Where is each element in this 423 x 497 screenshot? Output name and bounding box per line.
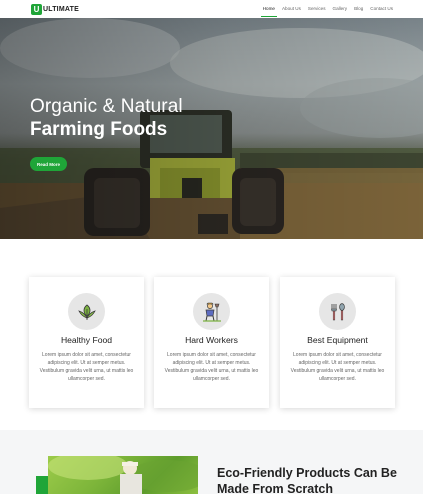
fork-spoon-icon (319, 293, 356, 330)
logo-mark: U (31, 4, 42, 15)
feature-text: Lorem ipsum dolor sit amet, consectetur … (160, 351, 263, 383)
logo[interactable]: U ULTIMATE (31, 4, 79, 15)
features-section: Healthy Food Lorem ipsum dolor sit amet,… (29, 277, 395, 408)
nav-contact-us[interactable]: Contact Us (370, 0, 393, 18)
feature-card-healthy-food: Healthy Food Lorem ipsum dolor sit amet,… (29, 277, 144, 408)
farmer-photo-graphic (48, 456, 198, 494)
site-header: U ULTIMATE Home About Us Services Galler… (0, 0, 423, 19)
hero-title-line-2: Farming Foods (30, 119, 167, 141)
feature-title: Healthy Food (29, 335, 144, 345)
hero-banner: Organic & Natural Farming Foods Read Mor… (0, 18, 423, 239)
farmer-photo (48, 456, 198, 494)
read-more-button[interactable]: Read More (30, 157, 67, 171)
nav-blog[interactable]: Blog (354, 0, 363, 18)
section-title-line-2: Made From Scratch (217, 482, 397, 497)
logo-text: ULTIMATE (43, 6, 79, 13)
feature-text: Lorem ipsum dolor sit amet, consectetur … (286, 351, 389, 383)
feature-title: Hard Workers (154, 335, 269, 345)
nav-services[interactable]: Services (308, 0, 326, 18)
eco-friendly-section: Eco-Friendly Products Can Be Made From S… (0, 430, 423, 494)
feature-text: Lorem ipsum dolor sit amet, consectetur … (35, 351, 138, 383)
nav-about-us[interactable]: About Us (282, 0, 301, 18)
main-nav: Home About Us Services Gallery Blog Cont… (256, 0, 393, 18)
feature-card-best-equipment: Best Equipment Lorem ipsum dolor sit ame… (280, 277, 395, 408)
nav-gallery[interactable]: Gallery (333, 0, 348, 18)
farmer-icon (193, 293, 230, 330)
nav-home[interactable]: Home (263, 0, 275, 18)
section-title-line-1: Eco-Friendly Products Can Be (217, 466, 397, 482)
image-accent-block (36, 476, 48, 494)
feature-title: Best Equipment (280, 335, 395, 345)
hero-title-line-1: Organic & Natural (30, 96, 183, 118)
section-title: Eco-Friendly Products Can Be Made From S… (217, 466, 397, 497)
feature-card-hard-workers: Hard Workers Lorem ipsum dolor sit amet,… (154, 277, 269, 408)
plant-icon (68, 293, 105, 330)
